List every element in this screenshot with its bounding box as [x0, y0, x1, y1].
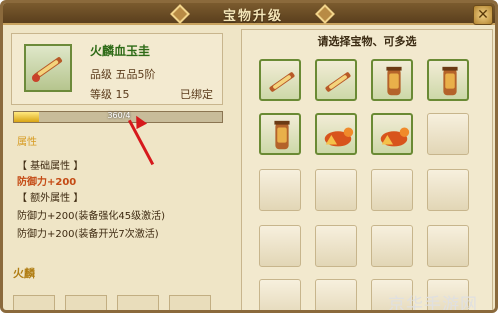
- treasure-slot-fire-qilin[interactable]: [315, 113, 357, 155]
- title-ornament-left: [170, 4, 190, 24]
- picker-title: 请选择宝物、可多选: [317, 35, 417, 48]
- empty-treasure-slot[interactable]: [427, 113, 469, 155]
- empty-treasure-slot[interactable]: [315, 169, 357, 211]
- base-attr-label: 【 基础属性 】: [17, 161, 84, 172]
- bronze-vase-icon: [274, 120, 290, 150]
- jade-scepter-icon: [269, 72, 295, 92]
- item-grade: 品级 五品5阶: [90, 68, 156, 81]
- window-title: 宝物升级: [222, 9, 283, 24]
- extra-attr-2: 防御力+200(装备开光7次激活): [17, 229, 159, 240]
- exp-text: 360/4: [107, 111, 131, 120]
- extra-attr-label: 【 额外属性 】: [17, 193, 84, 204]
- upgrade-window: 宝物升级 ✕ 火麟血玉圭 品级 五品5阶 等级 15 已绑定 360/4 属性 …: [0, 0, 498, 313]
- treasure-slot-bronze-vase[interactable]: [371, 59, 413, 101]
- close-icon[interactable]: ✕: [473, 5, 493, 25]
- fire-qilin-icon: [380, 127, 410, 147]
- title-ornament-right: [315, 4, 335, 24]
- item-bound-status: 已绑定: [180, 88, 213, 101]
- empty-treasure-slot[interactable]: [259, 225, 301, 267]
- jade-scepter-icon[interactable]: [24, 44, 72, 92]
- bottom-slot[interactable]: [117, 295, 159, 310]
- treasure-slot-fire-qilin[interactable]: [371, 113, 413, 155]
- bronze-vase-icon: [442, 66, 458, 96]
- empty-treasure-slot[interactable]: [371, 169, 413, 211]
- empty-treasure-slot[interactable]: [371, 225, 413, 267]
- bottom-section-title: 火麟: [13, 267, 35, 280]
- treasure-slot-bronze-vase[interactable]: [259, 113, 301, 155]
- bottom-slot[interactable]: [169, 295, 211, 310]
- empty-treasure-slot[interactable]: [427, 169, 469, 211]
- empty-treasure-slot[interactable]: [315, 225, 357, 267]
- treasure-slot-jade-scepter[interactable]: [315, 59, 357, 101]
- jade-scepter-icon: [325, 72, 351, 92]
- watermark-text: 京华手游网: [388, 295, 478, 313]
- empty-treasure-slot[interactable]: [427, 225, 469, 267]
- base-attr-value: 防御力+200: [17, 177, 77, 188]
- bronze-vase-icon: [386, 66, 402, 96]
- bottom-slot[interactable]: [13, 295, 55, 310]
- item-level: 等级 15: [90, 88, 130, 101]
- empty-treasure-slot[interactable]: [259, 279, 301, 310]
- attributes-title: 属性: [17, 137, 37, 148]
- item-name: 火麟血玉圭: [90, 44, 151, 58]
- extra-attr-1: 防御力+200(装备强化45级激活): [17, 211, 165, 222]
- empty-treasure-slot[interactable]: [315, 279, 357, 310]
- title-bar: 宝物升级 ✕: [3, 3, 495, 25]
- empty-treasure-slot[interactable]: [259, 169, 301, 211]
- item-card: 火麟血玉圭 品级 五品5阶 等级 15 已绑定: [11, 33, 223, 105]
- bottom-slot[interactable]: [65, 295, 107, 310]
- fire-qilin-icon: [324, 127, 354, 147]
- jade-scepter-icon-graphic: [32, 57, 63, 82]
- exp-bar: 360/4: [13, 111, 223, 123]
- treasure-slot-jade-scepter[interactable]: [259, 59, 301, 101]
- treasure-slot-bronze-vase[interactable]: [427, 59, 469, 101]
